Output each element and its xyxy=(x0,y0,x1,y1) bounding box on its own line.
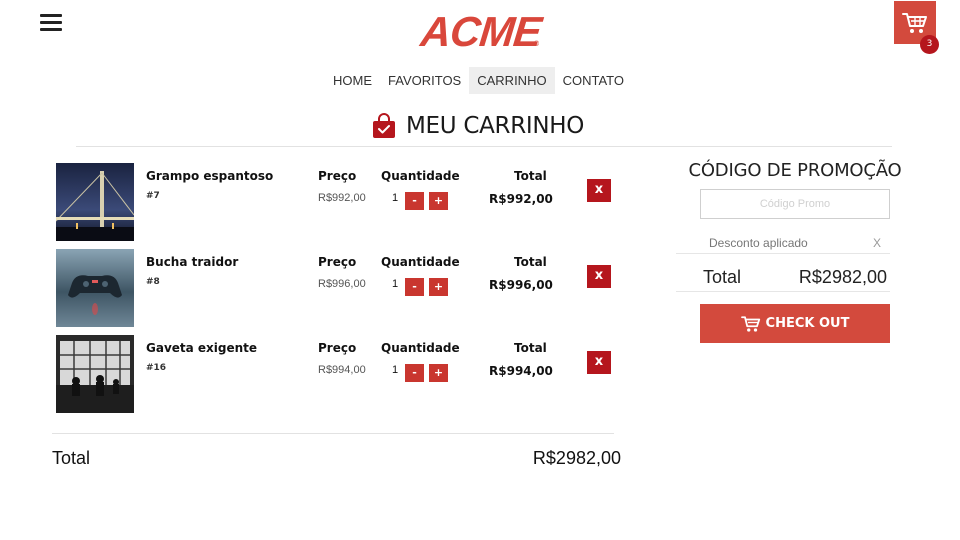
logo-text: ACME xyxy=(418,8,544,55)
quantity-value: 1 xyxy=(392,364,399,376)
item-total: R$992,00 xyxy=(489,192,553,206)
page-title: MEU CARRINHO xyxy=(406,113,585,139)
price-label: Preço xyxy=(318,255,357,269)
nav-carrinho[interactable]: CARRINHO xyxy=(469,67,555,94)
increase-quantity-button[interactable]: + xyxy=(429,364,448,382)
remove-item-button[interactable]: x xyxy=(587,265,611,288)
unit-price: R$994,00 xyxy=(318,364,366,376)
increase-quantity-button[interactable]: + xyxy=(429,192,448,210)
cart-item: Gaveta exigente #16 Preço Quantidade Tot… xyxy=(56,335,616,415)
divider xyxy=(676,291,890,292)
product-id: #16 xyxy=(146,363,167,373)
product-image-airport[interactable] xyxy=(56,335,134,413)
cart-total-label: Total xyxy=(52,448,91,468)
remove-item-button[interactable]: x xyxy=(587,179,611,202)
item-total: R$996,00 xyxy=(489,278,553,292)
quantity-value: 1 xyxy=(392,278,399,290)
product-id: #8 xyxy=(146,277,160,287)
total-label: Total xyxy=(514,169,547,183)
summary-total-value: R$2982,00 xyxy=(798,267,887,287)
quantity-label: Quantidade xyxy=(381,169,460,183)
decrease-quantity-button[interactable]: - xyxy=(405,278,424,296)
cart-count-badge: 3 xyxy=(920,35,939,54)
summary-total-label: Total xyxy=(703,267,742,287)
checkout-label: CHECK OUT xyxy=(765,316,850,331)
price-label: Preço xyxy=(318,341,357,355)
checkout-button[interactable]: CHECK OUT xyxy=(700,304,890,343)
decrease-quantity-button[interactable]: - xyxy=(405,192,424,210)
product-image-bridge[interactable] xyxy=(56,163,134,241)
remove-item-button[interactable]: x xyxy=(587,351,611,374)
main-nav: HOME FAVORITOS CARRINHO CONTATO xyxy=(0,67,960,94)
cart-item: Bucha traidor #8 Preço Quantidade Total … xyxy=(56,249,616,329)
unit-price: R$996,00 xyxy=(318,278,366,290)
product-name: Gaveta exigente xyxy=(146,341,258,355)
divider xyxy=(76,146,892,147)
shopping-cart-icon xyxy=(740,315,760,332)
product-name: Bucha traidor xyxy=(146,255,239,269)
nav-contato[interactable]: CONTATO xyxy=(555,67,632,94)
shopping-cart-icon xyxy=(902,12,927,33)
product-id: #7 xyxy=(146,191,160,201)
total-label: Total xyxy=(514,341,547,355)
divider xyxy=(676,253,890,254)
product-name: Grampo espantoso xyxy=(146,169,274,183)
promo-code-input[interactable] xyxy=(700,189,890,219)
nav-favoritos[interactable]: FAVORITOS xyxy=(380,67,469,94)
registered-mark: ® xyxy=(533,40,540,48)
discount-label: Desconto aplicado xyxy=(709,236,808,250)
acme-logo[interactable]: ACME ® xyxy=(418,8,544,55)
promo-title: CÓDIGO DE PROMOÇÃO xyxy=(688,160,902,181)
quantity-label: Quantidade xyxy=(381,341,460,355)
cart-total-value: R$2982,00 xyxy=(532,448,621,468)
cart-item: Grampo espantoso #7 Preço Quantidade Tot… xyxy=(56,163,616,243)
quantity-value: 1 xyxy=(392,192,399,204)
unit-price: R$992,00 xyxy=(318,192,366,204)
clear-discount-button[interactable]: X xyxy=(873,236,881,250)
shopping-bag-check-icon xyxy=(373,113,395,138)
price-label: Preço xyxy=(318,169,357,183)
increase-quantity-button[interactable]: + xyxy=(429,278,448,296)
quantity-label: Quantidade xyxy=(381,255,460,269)
product-image-controller[interactable] xyxy=(56,249,134,327)
page-heading: MEU CARRINHO xyxy=(372,113,584,139)
total-label: Total xyxy=(514,255,547,269)
divider xyxy=(52,433,614,434)
menu-icon[interactable] xyxy=(40,14,62,32)
decrease-quantity-button[interactable]: - xyxy=(405,364,424,382)
item-total: R$994,00 xyxy=(489,364,553,378)
nav-home[interactable]: HOME xyxy=(325,67,380,94)
